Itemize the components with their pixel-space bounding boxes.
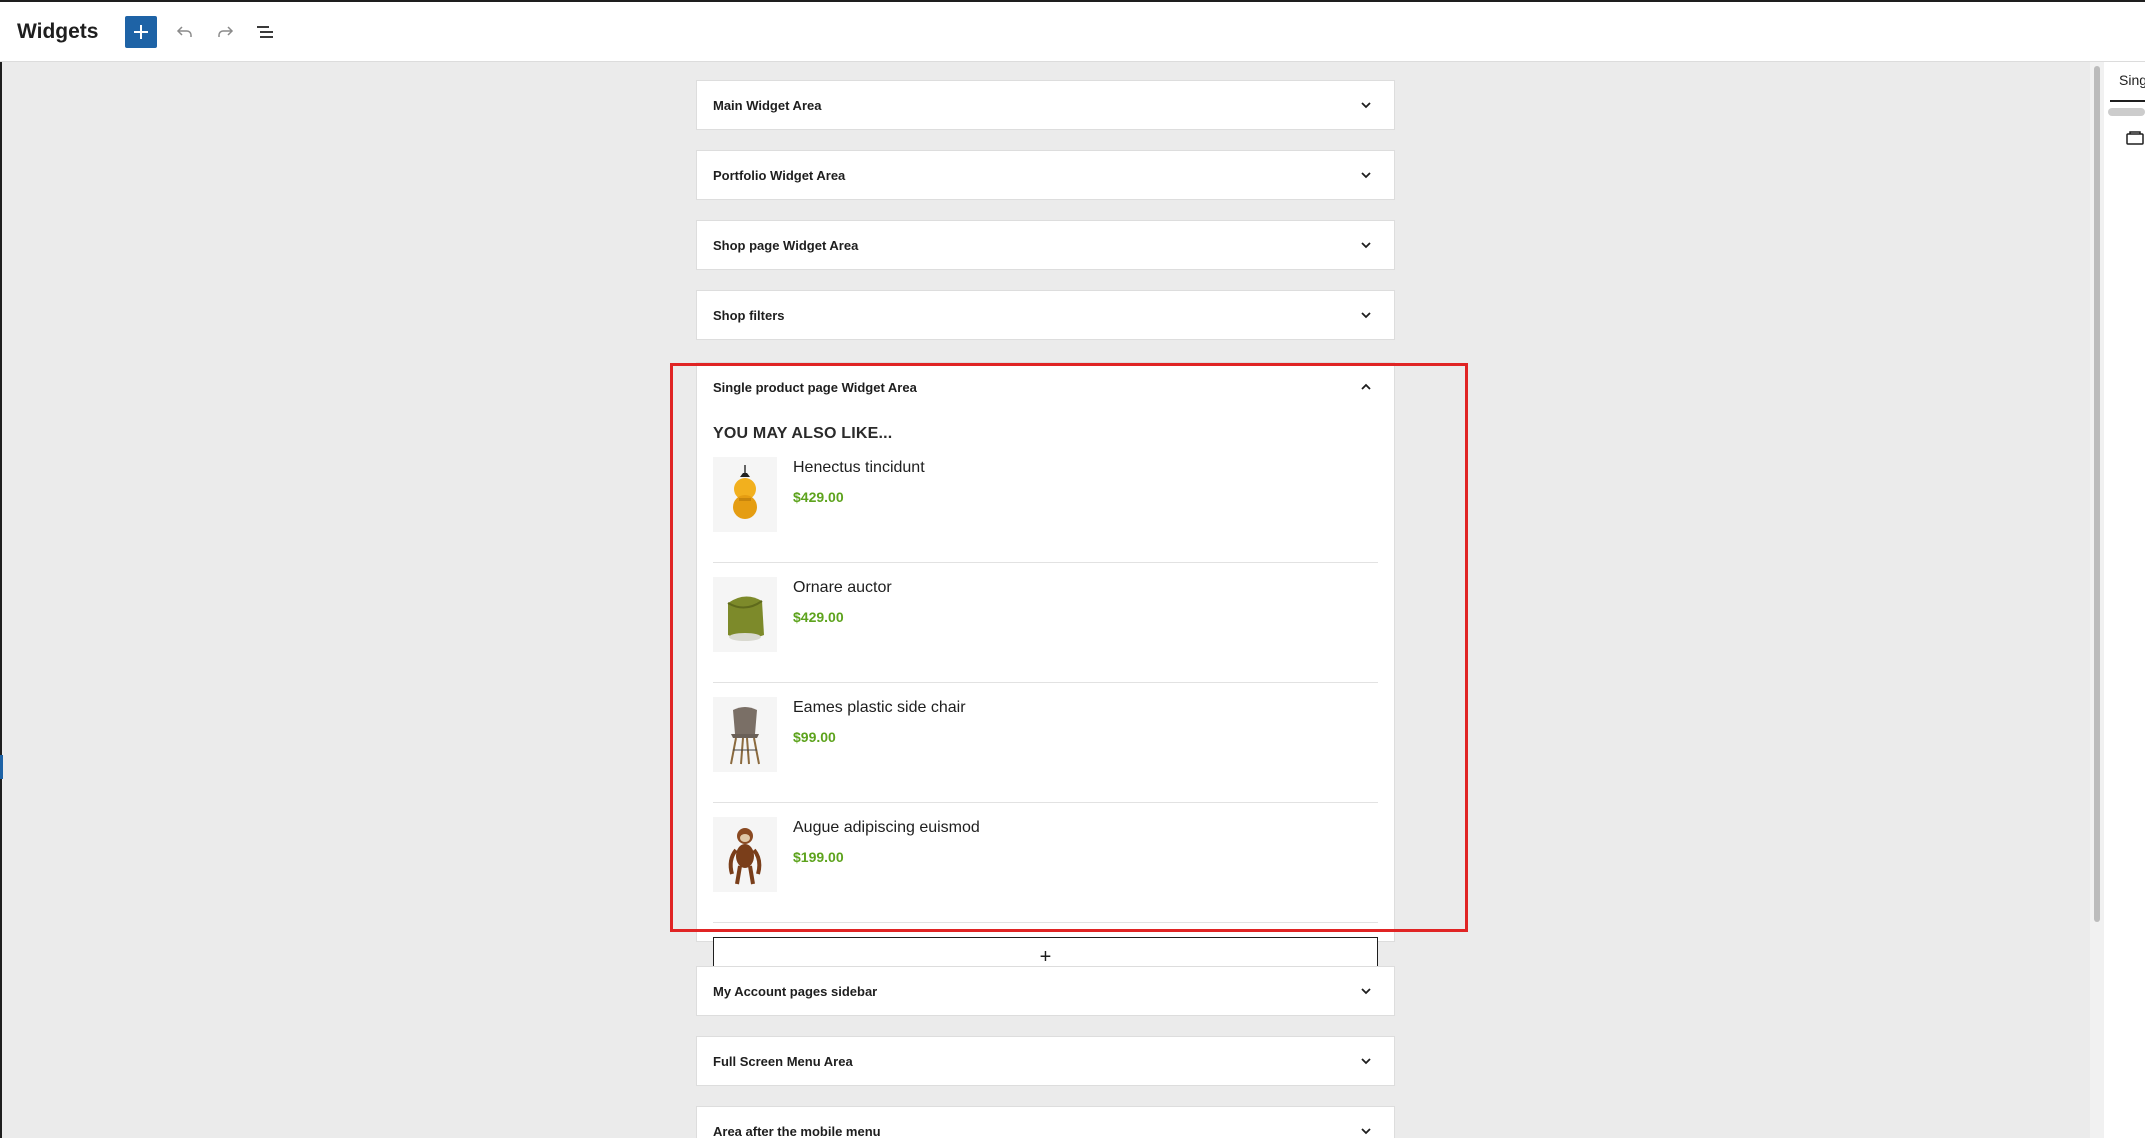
chevron-down-icon[interactable] xyxy=(1358,983,1374,999)
widget-area-main[interactable]: Main Widget Area xyxy=(696,80,1395,130)
product-name[interactable]: Ornare auctor xyxy=(793,579,892,597)
wooden-monkey-icon xyxy=(728,827,762,884)
widget-area-icon xyxy=(2126,130,2145,146)
product-item[interactable]: Ornare auctor $429.00 xyxy=(713,577,1378,683)
product-name[interactable]: Henectus tincidunt xyxy=(793,459,925,477)
product-price: $199.00 xyxy=(793,849,844,865)
widget-area-title: Shop page Widget Area xyxy=(713,237,859,253)
list-view-icon xyxy=(257,25,274,38)
widget-area-title: Shop filters xyxy=(713,307,785,323)
sidebar-tab[interactable]: Sing xyxy=(2110,62,2145,102)
pendant-lamp-icon xyxy=(733,464,757,519)
undo-icon xyxy=(177,25,193,37)
product-price: $99.00 xyxy=(793,729,836,745)
widget-heading[interactable]: YOU MAY ALSO LIKE... xyxy=(713,425,1378,443)
widget-area-single-product[interactable]: Single product page Widget Area YOU MAY … xyxy=(696,362,1395,977)
widget-area-after-mobile-menu[interactable]: Area after the mobile menu xyxy=(696,1106,1395,1138)
product-item[interactable]: Augue adipiscing euismod $199.00 xyxy=(713,817,1378,923)
page-title: Widgets xyxy=(17,19,99,43)
chair-icon xyxy=(730,706,760,764)
product-thumbnail[interactable] xyxy=(713,697,777,772)
product-price: $429.00 xyxy=(793,489,844,505)
widget-area-shop-page[interactable]: Shop page Widget Area xyxy=(696,220,1395,270)
widget-area-title: My Account pages sidebar xyxy=(713,983,878,999)
product-thumbnail[interactable] xyxy=(713,817,777,892)
editor-header: Widgets xyxy=(0,0,2145,62)
redo-icon xyxy=(218,25,234,37)
widget-area-my-account[interactable]: My Account pages sidebar xyxy=(696,966,1395,1016)
widget-area-title: Full Screen Menu Area xyxy=(713,1053,853,1069)
product-price: $429.00 xyxy=(793,609,844,625)
plus-icon xyxy=(134,24,149,39)
plus-icon: + xyxy=(1039,946,1052,968)
redo-button[interactable] xyxy=(209,16,241,48)
product-thumbnail[interactable] xyxy=(713,577,777,652)
resize-handle[interactable] xyxy=(0,755,3,779)
sidebar-scrollbar[interactable] xyxy=(2108,108,2145,116)
widget-area-shop-filters[interactable]: Shop filters xyxy=(696,290,1395,340)
chevron-down-icon[interactable] xyxy=(1358,167,1374,183)
product-item[interactable]: Henectus tincidunt $429.00 xyxy=(713,457,1378,563)
widget-area-portfolio[interactable]: Portfolio Widget Area xyxy=(696,150,1395,200)
widget-area-title: Single product page Widget Area xyxy=(713,379,917,395)
undo-button[interactable] xyxy=(169,16,201,48)
widget-area-full-screen-menu[interactable]: Full Screen Menu Area xyxy=(696,1036,1395,1086)
product-name[interactable]: Eames plastic side chair xyxy=(793,699,966,717)
canvas-scrollbar-thumb[interactable] xyxy=(2094,66,2100,922)
add-block-button[interactable] xyxy=(125,15,158,48)
product-name[interactable]: Augue adipiscing euismod xyxy=(793,819,980,837)
product-thumbnail[interactable] xyxy=(713,457,777,532)
chevron-down-icon[interactable] xyxy=(1358,1053,1374,1069)
chevron-down-icon[interactable] xyxy=(1358,97,1374,113)
chevron-down-icon[interactable] xyxy=(1358,1123,1374,1138)
chevron-down-icon[interactable] xyxy=(1358,307,1374,323)
widget-area-title: Area after the mobile menu xyxy=(713,1123,881,1138)
widget-area-title: Main Widget Area xyxy=(713,97,822,113)
widget-area-title: Portfolio Widget Area xyxy=(713,167,846,183)
chevron-up-icon[interactable] xyxy=(1358,379,1374,395)
green-stool-icon xyxy=(727,595,764,641)
product-item[interactable]: Eames plastic side chair $99.00 xyxy=(713,697,1378,803)
chevron-down-icon[interactable] xyxy=(1358,237,1374,253)
list-view-button[interactable] xyxy=(249,16,281,48)
